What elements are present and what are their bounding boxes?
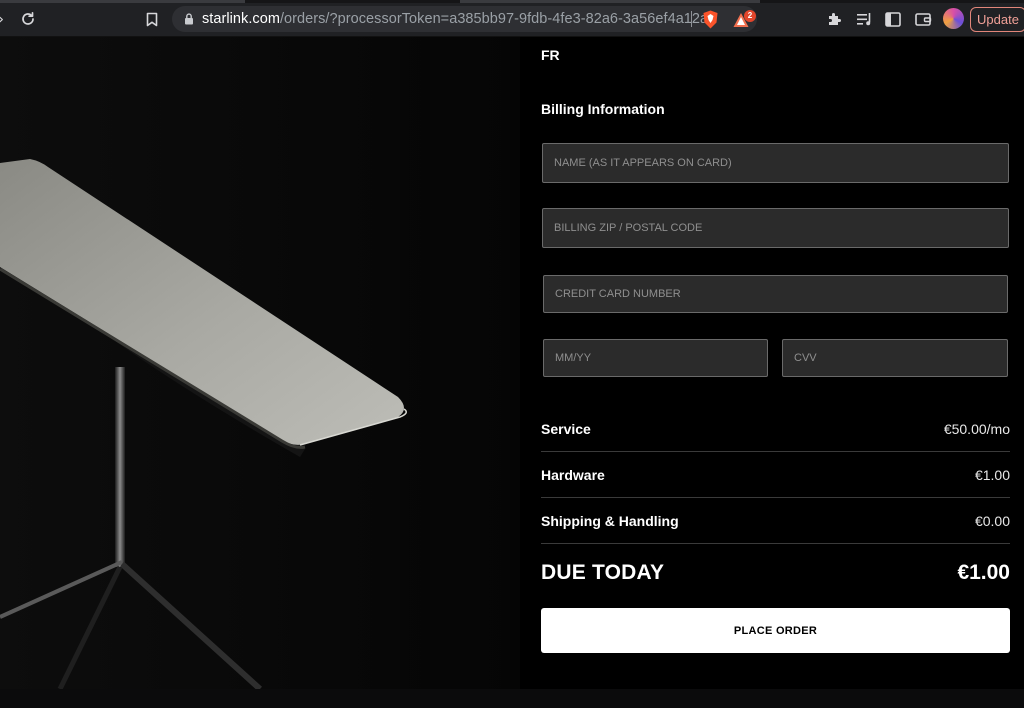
- starlink-dish-image: [0, 37, 520, 689]
- lock-icon: [185, 13, 193, 25]
- shipping-price: €0.00: [974, 513, 1010, 529]
- wallet-icon: [914, 12, 931, 26]
- billing-heading: Billing Information: [541, 101, 665, 117]
- shipping-label: Shipping & Handling: [541, 513, 679, 529]
- forward-icon[interactable]: ›: [0, 8, 12, 30]
- service-price: €50.00/mo: [943, 421, 1010, 437]
- billing-zip-input[interactable]: [542, 208, 1009, 248]
- cardholder-name-input[interactable]: [542, 143, 1009, 183]
- sidebar-button[interactable]: [882, 8, 904, 30]
- reload-icon: [22, 11, 34, 25]
- hardware-price: €1.00: [974, 467, 1010, 483]
- brave-shields-icon[interactable]: [702, 10, 719, 29]
- address-bar[interactable]: starlink.com/orders/?processorToken=a385…: [172, 6, 757, 32]
- profile-avatar[interactable]: [943, 8, 964, 29]
- address-divider: [691, 11, 692, 27]
- reload-button[interactable]: [17, 8, 39, 30]
- summary-divider: [541, 543, 1010, 544]
- cvv-input[interactable]: [782, 339, 1008, 377]
- reading-list-button[interactable]: [853, 8, 875, 30]
- puzzle-icon: [829, 13, 841, 25]
- url-text[interactable]: starlink.com/orders/?processorToken=a385…: [202, 10, 716, 28]
- url-host: starlink.com: [202, 11, 280, 27]
- tab-strip: [0, 0, 1024, 3]
- wallet-button[interactable]: [912, 8, 934, 30]
- bookmark-icon: [146, 12, 158, 26]
- expiry-input[interactable]: [543, 339, 768, 377]
- playlist-icon: [856, 12, 870, 25]
- summary-divider: [541, 451, 1010, 452]
- url-path: /orders/?processorToken=a385bb97-9fdb-4f…: [279, 11, 717, 27]
- bookmark-button[interactable]: [141, 8, 163, 30]
- card-number-input[interactable]: [543, 275, 1008, 313]
- due-today-label: DUE TODAY: [541, 561, 665, 584]
- update-button[interactable]: Update: [970, 7, 1024, 32]
- rewards-badge: 2: [744, 10, 756, 22]
- hardware-label: Hardware: [541, 467, 605, 483]
- extensions-button[interactable]: [824, 8, 846, 30]
- browser-toolbar: › starlink.com/orders/?processorToken=a3…: [0, 0, 1024, 37]
- place-order-button[interactable]: PLACE ORDER: [541, 608, 1010, 653]
- page-bottom-edge: [0, 689, 1024, 708]
- checkout-page: FR Billing Information Service €50.00/mo…: [0, 37, 1024, 689]
- due-today-amount: €1.00: [957, 561, 1010, 584]
- country-code: FR: [541, 47, 560, 63]
- summary-divider: [541, 497, 1010, 498]
- service-label: Service: [541, 421, 591, 437]
- sidebar-icon: [885, 11, 901, 27]
